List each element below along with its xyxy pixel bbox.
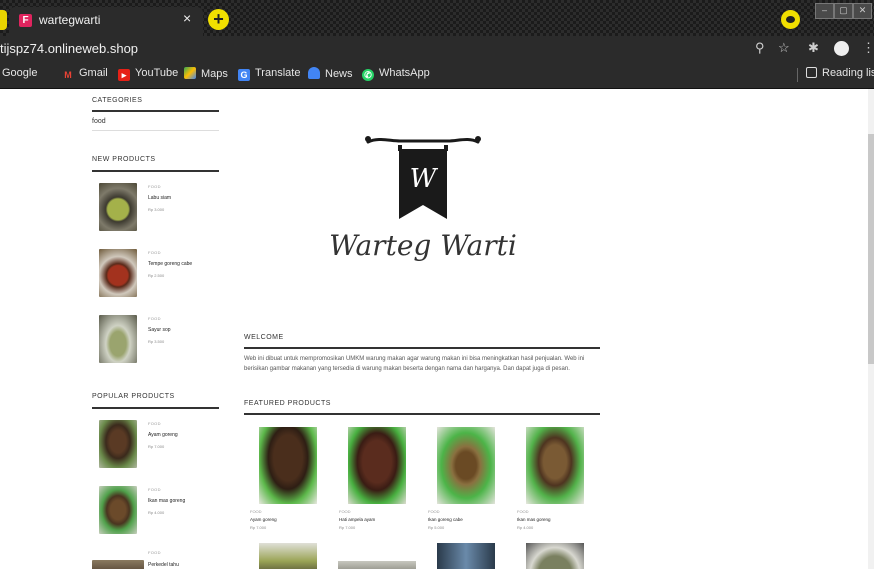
bookmark-maps[interactable]: Maps (184, 67, 228, 80)
scrollbar-thumb[interactable] (868, 134, 874, 364)
product-price: Rp 7.000 (148, 444, 165, 449)
popular-products-heading: POPULAR PRODUCTS (92, 393, 175, 400)
new-products-heading: NEW PRODUCTS (92, 156, 156, 163)
product-price: Rp 2.500 (148, 273, 165, 278)
product-image[interactable] (99, 315, 137, 363)
bookmark-star-icon[interactable]: ☆ (778, 40, 790, 56)
profile-menu-icon[interactable] (781, 10, 800, 29)
product-image[interactable] (338, 561, 416, 569)
product-image[interactable] (99, 249, 137, 297)
new-products-rule (92, 170, 219, 172)
product-category: FOOD (148, 184, 161, 189)
youtube-icon: ▸ (118, 69, 130, 81)
product-image[interactable] (437, 427, 495, 504)
featured-products-rule (244, 413, 600, 415)
account-avatar[interactable] (834, 41, 849, 56)
product-category: FOOD (148, 250, 161, 255)
bookmark-translate[interactable]: G Translate (238, 67, 300, 81)
product-category: FOOD (339, 509, 351, 514)
maps-icon (184, 67, 196, 79)
product-price: Rp 7.000 (250, 525, 267, 530)
product-image[interactable] (437, 543, 495, 569)
bookmarks-divider (797, 68, 798, 82)
product-image[interactable] (92, 560, 144, 569)
site-favicon-icon: F (19, 14, 32, 27)
product-image[interactable] (99, 183, 137, 231)
product-name[interactable]: Labu siam (148, 195, 171, 201)
page-scrollbar[interactable] (868, 89, 874, 569)
bookmark-news[interactable]: News (308, 67, 353, 80)
product-image[interactable] (526, 427, 584, 504)
product-price: Rp 4.000 (148, 510, 165, 515)
product-image[interactable] (99, 486, 137, 534)
product-category: FOOD (148, 316, 161, 321)
featured-products-heading: FEATURED PRODUCTS (244, 400, 331, 407)
product-category: FOOD (148, 550, 161, 555)
welcome-paragraph: Web ini dibuat untuk mempromosikan UMKM … (244, 356, 585, 372)
product-image[interactable] (99, 420, 137, 468)
product-name[interactable]: Ikan mas goreng (517, 517, 551, 522)
product-image[interactable] (259, 427, 317, 504)
bookmark-whatsapp[interactable]: ✆ WhatsApp (362, 67, 430, 81)
category-divider (92, 130, 219, 131)
product-price: Rp 7.000 (339, 525, 356, 530)
new-tab-button[interactable]: + (208, 9, 229, 30)
search-icon[interactable]: ⚲ (755, 40, 765, 56)
gmail-icon: M (64, 70, 72, 80)
logo-wordmark: Warteg Warti (329, 229, 517, 262)
product-price: Rp 5.000 (428, 525, 445, 530)
category-link-food[interactable]: food (92, 118, 106, 125)
popular-products-rule (92, 407, 219, 409)
product-image[interactable] (259, 543, 317, 569)
maximize-window-button[interactable]: ▢ (834, 3, 853, 19)
product-category: FOOD (250, 509, 262, 514)
product-name[interactable]: Ikan goreng cabe (428, 517, 463, 522)
active-tab[interactable]: F wartegwarti × (9, 7, 203, 36)
product-name[interactable]: Sayur sop (148, 327, 171, 333)
bookmarks-bar: Google M Gmail ▸ YouTube Maps G Translate N… (0, 61, 874, 89)
bookmark-gmail[interactable]: M Gmail (62, 67, 107, 81)
address-bar[interactable]: tijspz74.onlineweb.shop ⚲ ☆ ✱ ⋮ (0, 36, 874, 61)
welcome-heading: WELCOME (244, 334, 284, 341)
url-text[interactable]: tijspz74.onlineweb.shop (0, 41, 138, 56)
product-category: FOOD (517, 509, 529, 514)
extensions-puzzle-icon[interactable]: ✱ (808, 40, 819, 56)
web-page: CATEGORIES food NEW PRODUCTS FOOD Labu s… (0, 89, 874, 569)
news-icon (308, 67, 320, 79)
product-name[interactable]: Ayam goreng (250, 517, 277, 522)
reading-list-icon (806, 67, 817, 78)
product-name[interactable]: Hati ampela ayam (339, 517, 375, 522)
bookmark-google[interactable]: Google (2, 67, 37, 79)
reading-list-button[interactable]: Reading list (806, 67, 874, 79)
product-price: Rp 4.000 (517, 525, 534, 530)
more-menu-icon[interactable]: ⋮ (862, 40, 874, 56)
minimize-window-button[interactable]: – (815, 3, 834, 19)
previous-tab-edge[interactable] (0, 10, 7, 30)
product-image[interactable] (526, 543, 584, 569)
product-price: Rp 3.500 (148, 339, 165, 344)
product-name[interactable]: Ikan mas goreng (148, 498, 185, 504)
product-category: FOOD (148, 487, 161, 492)
logo-monogram: W (410, 164, 439, 194)
tab-title: wartegwarti (39, 13, 101, 27)
product-name[interactable]: Tempe goreng cabe (148, 261, 192, 267)
categories-heading: CATEGORIES (92, 97, 143, 104)
close-tab-icon[interactable]: × (183, 10, 191, 26)
whatsapp-icon: ✆ (362, 69, 374, 81)
product-image[interactable] (348, 427, 406, 504)
product-name[interactable]: Perkedel tahu (148, 562, 179, 568)
product-category: FOOD (148, 421, 161, 426)
welcome-rule (244, 347, 600, 349)
bookmark-youtube[interactable]: ▸ YouTube (118, 67, 178, 81)
translate-icon: G (238, 69, 250, 81)
product-price: Rp 3.000 (148, 207, 165, 212)
close-window-button[interactable]: ✕ (853, 3, 872, 19)
product-name[interactable]: Ayam goreng (148, 432, 178, 438)
categories-rule (92, 110, 219, 112)
product-category: FOOD (428, 509, 440, 514)
warteg-warti-logo: W Warteg Warti (329, 136, 517, 262)
browser-tab-strip: F wartegwarti × + – ▢ ✕ (0, 0, 874, 36)
